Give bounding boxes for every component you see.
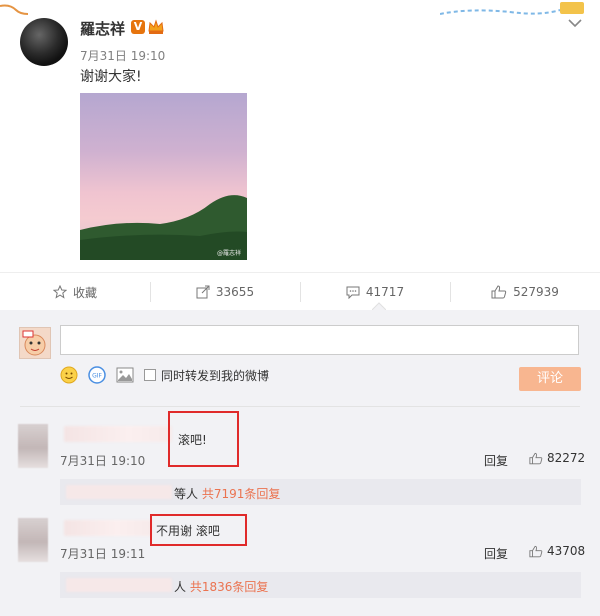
member-crown-icon	[148, 19, 164, 34]
my-avatar[interactable]	[19, 327, 51, 359]
subreply-prefix: 等人	[174, 487, 199, 501]
action-bar: 收藏 33655 41717 527939	[0, 272, 600, 312]
commenter-name[interactable]	[64, 426, 172, 442]
thumbs-up-icon	[491, 285, 507, 299]
favorite-label: 收藏	[72, 285, 97, 300]
subreply-count[interactable]: 共1836条回复	[190, 580, 269, 594]
author-name[interactable]: 羅志祥	[80, 18, 125, 39]
repost-checkbox-label: 同时转发到我的微博	[161, 368, 270, 383]
chevron-down-icon[interactable]	[568, 18, 582, 28]
commenter-avatar[interactable]	[18, 518, 48, 562]
comment-like-button[interactable]: 43708	[529, 544, 585, 558]
commenter-name[interactable]	[64, 520, 152, 536]
comment-time: 7月31日 19:11	[60, 547, 146, 561]
subreply-summary[interactable]: 人 共1836条回复	[60, 572, 581, 598]
divider	[20, 406, 580, 407]
star-icon	[52, 285, 67, 299]
reply-button[interactable]: 回复	[484, 452, 508, 469]
like-button[interactable]: 527939	[450, 273, 600, 311]
author-avatar[interactable]	[20, 18, 68, 66]
gif-icon[interactable]: GIF	[88, 366, 106, 384]
image-watermark: @羅志祥	[216, 250, 241, 257]
like-count: 527939	[513, 285, 559, 299]
decoration-icon	[0, 4, 29, 15]
comment-like-count: 82272	[547, 451, 586, 465]
caret-icon	[372, 302, 386, 310]
commenter-avatar[interactable]	[18, 424, 48, 468]
verified-badge: V	[131, 20, 145, 34]
subreply-count[interactable]: 共7191条回复	[202, 487, 281, 501]
submit-comment-button[interactable]: 评论	[519, 367, 581, 391]
repost-icon	[196, 285, 210, 299]
thumbs-up-icon	[529, 545, 543, 557]
subreply-prefix: 人	[174, 580, 187, 594]
comment-count: 41717	[365, 285, 405, 299]
subreply-summary[interactable]: 等人 共7191条回复	[60, 479, 581, 505]
svg-text:GIF: GIF	[92, 373, 102, 380]
composer-toolbar: GIF 同时转发到我的微博	[60, 364, 269, 386]
decoration-icon	[440, 2, 584, 15]
comment-text: 不用谢 滚吧	[156, 524, 220, 538]
image-icon[interactable]	[116, 366, 134, 384]
post-timestamp[interactable]: 7月31日 19:10	[80, 47, 165, 64]
comment-time: 7月31日 19:10	[60, 454, 146, 468]
comment-icon	[346, 286, 360, 299]
repost-checkbox[interactable]	[144, 369, 156, 381]
favorite-button[interactable]: 收藏	[0, 273, 150, 311]
thumbs-up-icon	[529, 452, 543, 464]
comment-text: 滚吧!	[178, 433, 207, 447]
emoji-icon[interactable]	[60, 366, 78, 384]
comment-input[interactable]	[60, 325, 579, 355]
comment-like-count: 43708	[547, 544, 586, 558]
repost-count: 33655	[215, 285, 255, 299]
post-content: 谢谢大家!	[80, 69, 142, 85]
reply-button[interactable]: 回复	[484, 545, 508, 562]
repost-button[interactable]: 33655	[150, 273, 300, 311]
post-image[interactable]: @羅志祥	[80, 93, 247, 260]
comment-like-button[interactable]: 82272	[529, 451, 585, 465]
